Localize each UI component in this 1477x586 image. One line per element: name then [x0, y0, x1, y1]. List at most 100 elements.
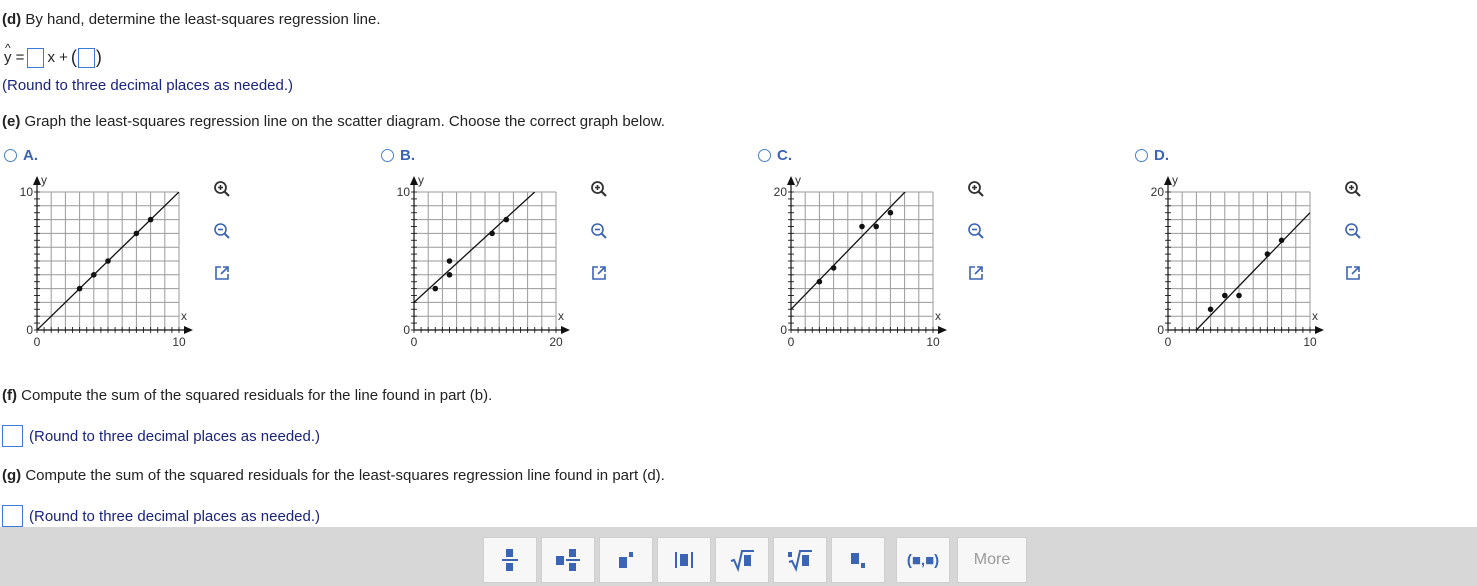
paren-close: ) [95, 47, 102, 67]
scatter-graph: y x 20 00 10 [774, 173, 947, 349]
zoom-in-button[interactable] [586, 176, 612, 202]
part-e-text: Graph the least-squares regression line … [24, 113, 665, 130]
part-e-question: (e) Graph the least-squares regression l… [2, 113, 665, 130]
x-axis-arrow [184, 326, 193, 334]
x-axis-arrow [561, 326, 570, 334]
open-graph-button[interactable] [1340, 260, 1366, 286]
x-max-tick-label: 10 [926, 335, 940, 349]
subscript-icon [851, 553, 865, 568]
part-f-input[interactable] [2, 425, 23, 447]
data-point [816, 278, 823, 285]
option-choice[interactable]: D. [1135, 147, 1169, 164]
y-axis-arrow [787, 176, 795, 185]
open-graph-button[interactable] [209, 260, 235, 286]
slope-input[interactable] [27, 47, 45, 68]
part-g-answer-row: (Round to three decimal places as needed… [2, 505, 320, 527]
nth-root-icon [788, 550, 812, 572]
option-b: B. y x 10 0 0 20 [381, 146, 751, 361]
square-root-button[interactable] [715, 537, 769, 583]
zoom-in-button[interactable] [209, 176, 235, 202]
y-min-tick-label: 0 [26, 323, 33, 337]
data-point [133, 230, 140, 237]
option-choice[interactable]: B. [381, 147, 415, 164]
zoom-out-button[interactable] [209, 218, 235, 244]
expand-icon [214, 265, 230, 281]
fraction-button[interactable] [483, 537, 537, 583]
regression-equation: ^ y = x + ( ) [4, 41, 102, 68]
zoom-out-icon [590, 222, 608, 240]
zoom-in-button[interactable] [963, 176, 989, 202]
x-min-tick-label: 0 [411, 335, 418, 349]
y-axis-arrow [33, 176, 41, 185]
part-d-question: (d) By hand, determine the least-squares… [2, 11, 381, 28]
open-graph-button[interactable] [586, 260, 612, 286]
option-choice[interactable]: A. [4, 147, 38, 164]
x-axis-arrow [1315, 326, 1324, 334]
data-point [147, 216, 154, 223]
data-point [503, 216, 510, 223]
part-f-note: (Round to three decimal places as needed… [29, 427, 321, 445]
y-axis-arrow [1164, 176, 1172, 185]
square-root-icon [730, 550, 754, 572]
option-letter: B. [400, 147, 415, 164]
y-axis-label: y [418, 173, 424, 187]
expand-icon [591, 265, 607, 281]
option-radio[interactable] [1135, 149, 1148, 162]
scatter-graph: y x 10 00 10 [20, 173, 193, 349]
y-axis-label: y [795, 173, 801, 187]
data-point [91, 272, 97, 278]
y-max-tick-label: 10 [397, 185, 411, 199]
part-f-label: (f) [2, 387, 17, 404]
subscript-button[interactable] [831, 537, 885, 583]
x-max-tick-label: 20 [549, 335, 563, 349]
y-max-tick-label: 20 [1151, 185, 1165, 199]
mixed-number-button[interactable] [541, 537, 595, 583]
more-button[interactable]: More [957, 537, 1027, 583]
equation-x-plus: x + [47, 49, 68, 66]
zoom-in-icon [590, 180, 608, 198]
exponent-button[interactable] [599, 537, 653, 583]
option-radio[interactable] [381, 149, 394, 162]
data-point [432, 285, 439, 292]
ordered-pair-button[interactable]: (■,■) [896, 537, 950, 583]
y-axis-label: y [1172, 173, 1178, 187]
x-axis-arrow [938, 326, 947, 334]
zoom-out-button[interactable] [586, 218, 612, 244]
data-point [859, 223, 865, 230]
zoom-in-icon [213, 180, 231, 198]
x-max-tick-label: 10 [1303, 335, 1317, 349]
data-point [1264, 251, 1271, 257]
zoom-out-icon [213, 222, 231, 240]
more-label: More [973, 551, 1011, 568]
zoom-out-button[interactable] [1340, 218, 1366, 244]
data-point [1207, 306, 1214, 313]
absolute-value-icon [675, 552, 693, 568]
option-choice[interactable]: C. [758, 147, 792, 164]
data-point [1222, 292, 1228, 299]
absolute-value-button[interactable] [657, 537, 711, 583]
zoom-out-button[interactable] [963, 218, 989, 244]
data-point [830, 265, 837, 271]
x-axis-label: x [935, 309, 941, 323]
intercept-input[interactable] [77, 47, 95, 68]
zoom-in-icon [967, 180, 985, 198]
mixed-number-icon [556, 549, 580, 571]
data-point [1278, 237, 1285, 244]
y-axis-label: y [41, 173, 47, 187]
x-min-tick-label: 0 [34, 335, 41, 349]
x-max-tick-label: 10 [172, 335, 186, 349]
option-letter: A. [23, 147, 38, 164]
part-d-note: (Round to three decimal places as needed… [2, 77, 294, 94]
zoom-out-icon [967, 222, 985, 240]
option-radio[interactable] [4, 149, 17, 162]
zoom-in-button[interactable] [1340, 176, 1366, 202]
y-axis-arrow [410, 176, 418, 185]
option-letter: D. [1154, 147, 1169, 164]
x-min-tick-label: 0 [1165, 335, 1172, 349]
y-min-tick-label: 0 [780, 323, 787, 337]
part-g-input[interactable] [2, 505, 23, 527]
nth-root-button[interactable] [773, 537, 827, 583]
y-max-tick-label: 10 [20, 185, 34, 199]
option-radio[interactable] [758, 149, 771, 162]
open-graph-button[interactable] [963, 260, 989, 286]
